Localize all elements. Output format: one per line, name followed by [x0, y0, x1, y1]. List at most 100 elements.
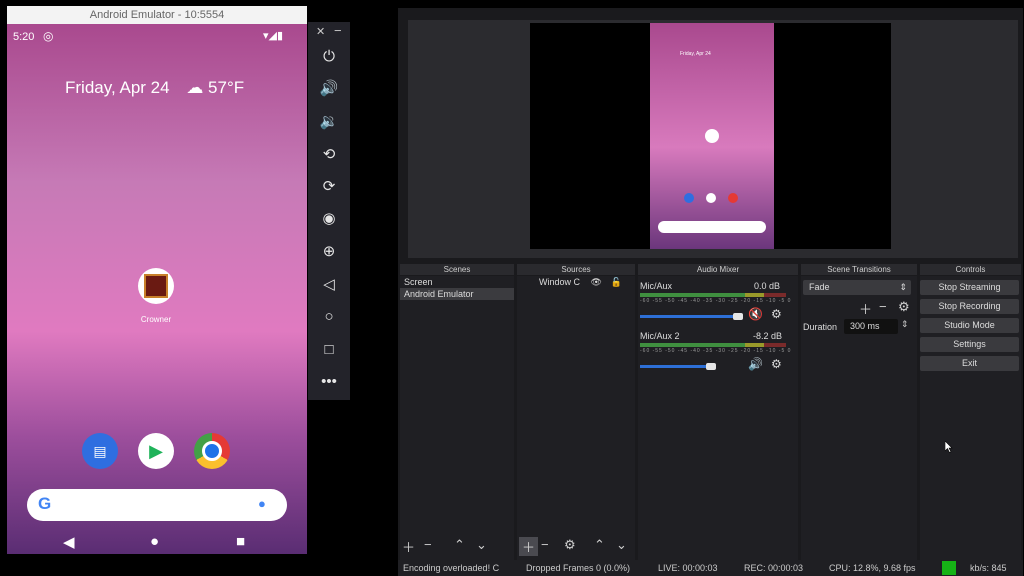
remove-scene-button[interactable]: − — [424, 537, 432, 552]
sources-list: Window C 👁 🔓 — [517, 276, 635, 560]
settings-button[interactable]: Settings — [920, 337, 1019, 352]
add-source-button[interactable]: ＋ — [519, 537, 539, 556]
preview-app-icon — [705, 129, 719, 143]
mixer-channel-2-name: Mic/Aux 2 — [640, 331, 680, 341]
home-icon[interactable]: ○ — [308, 302, 350, 332]
duration-input[interactable]: 300 ms — [844, 319, 898, 334]
mixer-channel-2-settings-icon[interactable]: ⚙ — [771, 357, 782, 371]
minimize-icon[interactable]: − — [334, 23, 342, 38]
preview-chrome-icon — [728, 193, 738, 203]
mixer-channel-2-meter — [640, 343, 786, 347]
android-nav-bar: ◀ ● ■ — [7, 531, 307, 554]
scene-up-button[interactable]: ⌃ — [454, 537, 465, 553]
source-up-button[interactable]: ⌃ — [594, 537, 605, 553]
weather-text: 57°F — [208, 78, 245, 97]
mixer-channel-1-settings-icon[interactable]: ⚙ — [771, 307, 782, 321]
nav-back-icon[interactable]: ◀ — [63, 533, 75, 551]
scenes-dock-header: Scenes — [400, 264, 514, 275]
source-settings-icon[interactable]: ⚙ — [564, 537, 576, 553]
muted-speaker-icon[interactable]: 🔇 — [748, 307, 763, 321]
dropped-frames: Dropped Frames 0 (0.0%) — [526, 563, 631, 573]
controls-panel: Stop Streaming Stop Recording Studio Mod… — [920, 276, 1021, 560]
back-icon[interactable]: ◁ — [308, 270, 350, 300]
preview-play-icon — [706, 193, 716, 203]
scenes-list: Screen Android Emulator — [400, 276, 514, 560]
kbps-status: kb/s: 845 — [970, 563, 1007, 573]
status-time: 5:20 — [13, 31, 35, 43]
camera-icon[interactable]: ◉ — [308, 204, 350, 234]
close-icon[interactable]: ✕ — [316, 25, 325, 38]
crowner-app-icon[interactable] — [138, 268, 174, 304]
chrome-app-icon[interactable] — [194, 433, 230, 469]
remove-transition-button[interactable]: − — [879, 299, 887, 314]
add-scene-button[interactable]: ＋ — [402, 537, 415, 556]
mouse-cursor-icon — [945, 441, 953, 453]
duration-stepper-icon[interactable]: ⇕ — [901, 319, 909, 330]
transitions-title: Scene Transitions — [827, 265, 891, 274]
source-item-label: Window C — [539, 277, 581, 287]
source-item-window[interactable]: Window C 👁 🔓 — [517, 276, 635, 288]
volume-down-icon[interactable]: 🔉 — [308, 107, 350, 137]
scene-item-android-emulator[interactable]: Android Emulator — [400, 288, 514, 300]
app-label: Crowner — [140, 315, 172, 324]
duration-label: Duration — [803, 322, 838, 332]
add-transition-button[interactable]: ＋ — [859, 299, 872, 318]
zoom-icon[interactable]: ⊕ — [308, 237, 350, 267]
stream-health-indicator — [942, 561, 956, 575]
more-icon[interactable]: ••• — [308, 367, 350, 397]
mixer-channel-2-slider[interactable] — [640, 365, 712, 368]
sync-icon: ◎ — [43, 29, 54, 43]
preview-messages-icon — [684, 193, 694, 203]
mixer-channel-2-db: -8.2 dB — [753, 331, 783, 341]
google-search-bar[interactable]: G ● — [27, 489, 287, 521]
scene-down-button[interactable]: ⌄ — [476, 537, 487, 553]
controls-title: Controls — [955, 265, 986, 274]
stop-recording-button[interactable]: Stop Recording — [920, 299, 1019, 314]
sources-dock-header: Sources — [517, 264, 635, 275]
live-timer: LIVE: 00:00:03 — [658, 563, 718, 573]
scene-transitions: Fade ⇕ ＋ − ⚙ Duration 300 ms ⇕ — [801, 276, 917, 560]
source-down-button[interactable]: ⌄ — [616, 537, 627, 553]
transitions-dock-header: Scene Transitions — [801, 264, 917, 275]
emulator-toolbar: ✕ − ⏻ 🔊 🔉 ⟲ ⟳ ◉ ⊕ ◁ ○ □ ••• — [308, 22, 350, 400]
lock-icon[interactable]: 🔓 — [610, 277, 621, 287]
weather-icon: ☁ — [186, 78, 204, 97]
mixer-channel-1-meter — [640, 293, 786, 297]
visibility-eye-icon[interactable]: 👁 — [591, 277, 602, 287]
power-icon[interactable]: ⏻ — [308, 42, 350, 72]
rotate-right-icon[interactable]: ⟳ — [308, 172, 350, 202]
rec-timer: REC: 00:00:03 — [744, 563, 804, 573]
preview-canvas[interactable]: Friday, Apr 24 — [530, 23, 891, 249]
transition-select[interactable]: Fade ⇕ — [803, 280, 911, 295]
mixer-channel-2-knob[interactable] — [706, 363, 716, 370]
chrome-icon — [202, 441, 222, 461]
overview-icon[interactable]: □ — [308, 335, 350, 365]
mixer-channel-1-knob[interactable] — [733, 313, 743, 320]
rotate-left-icon[interactable]: ⟲ — [308, 140, 350, 170]
nav-home-icon[interactable]: ● — [150, 533, 159, 550]
controls-dock-header: Controls — [920, 264, 1021, 275]
status-icons: ▾◢▮ — [263, 30, 284, 42]
volume-up-icon[interactable]: 🔊 — [308, 74, 350, 104]
messages-app-icon[interactable]: ▤ — [82, 433, 118, 469]
transition-settings-icon[interactable]: ⚙ — [898, 299, 910, 315]
speaker-icon[interactable]: 🔊 — [748, 357, 763, 371]
phone-screen: 5:20 ◎ ▾◢▮ Friday, Apr 24 ☁ 57°F Crowner… — [7, 24, 307, 554]
date-widget[interactable]: Friday, Apr 24 ☁ 57°F — [65, 78, 244, 98]
assistant-icon[interactable]: ● — [258, 496, 266, 511]
mixer-channel-1-db: 0.0 dB — [754, 281, 781, 291]
obs-window: Friday, Apr 24 Scenes Screen Android Emu… — [398, 8, 1023, 576]
stop-streaming-button[interactable]: Stop Streaming — [920, 280, 1019, 295]
preview-date: Friday, Apr 24 — [680, 51, 711, 57]
play-store-app-icon[interactable]: ▶ — [138, 433, 174, 469]
android-emulator-window: Android Emulator - 10:5554 5:20 ◎ ▾◢▮ Fr… — [7, 6, 307, 554]
google-logo-icon: G — [38, 494, 52, 513]
encoding-status: Encoding overloaded! C — [403, 563, 500, 573]
mixer-channel-1-slider[interactable] — [640, 315, 736, 318]
scene-item-screen[interactable]: Screen — [400, 276, 514, 288]
nav-overview-icon[interactable]: ■ — [236, 533, 245, 550]
transition-selected: Fade — [809, 282, 830, 292]
exit-button[interactable]: Exit — [920, 356, 1019, 371]
studio-mode-button[interactable]: Studio Mode — [920, 318, 1019, 333]
remove-source-button[interactable]: − — [541, 537, 549, 552]
